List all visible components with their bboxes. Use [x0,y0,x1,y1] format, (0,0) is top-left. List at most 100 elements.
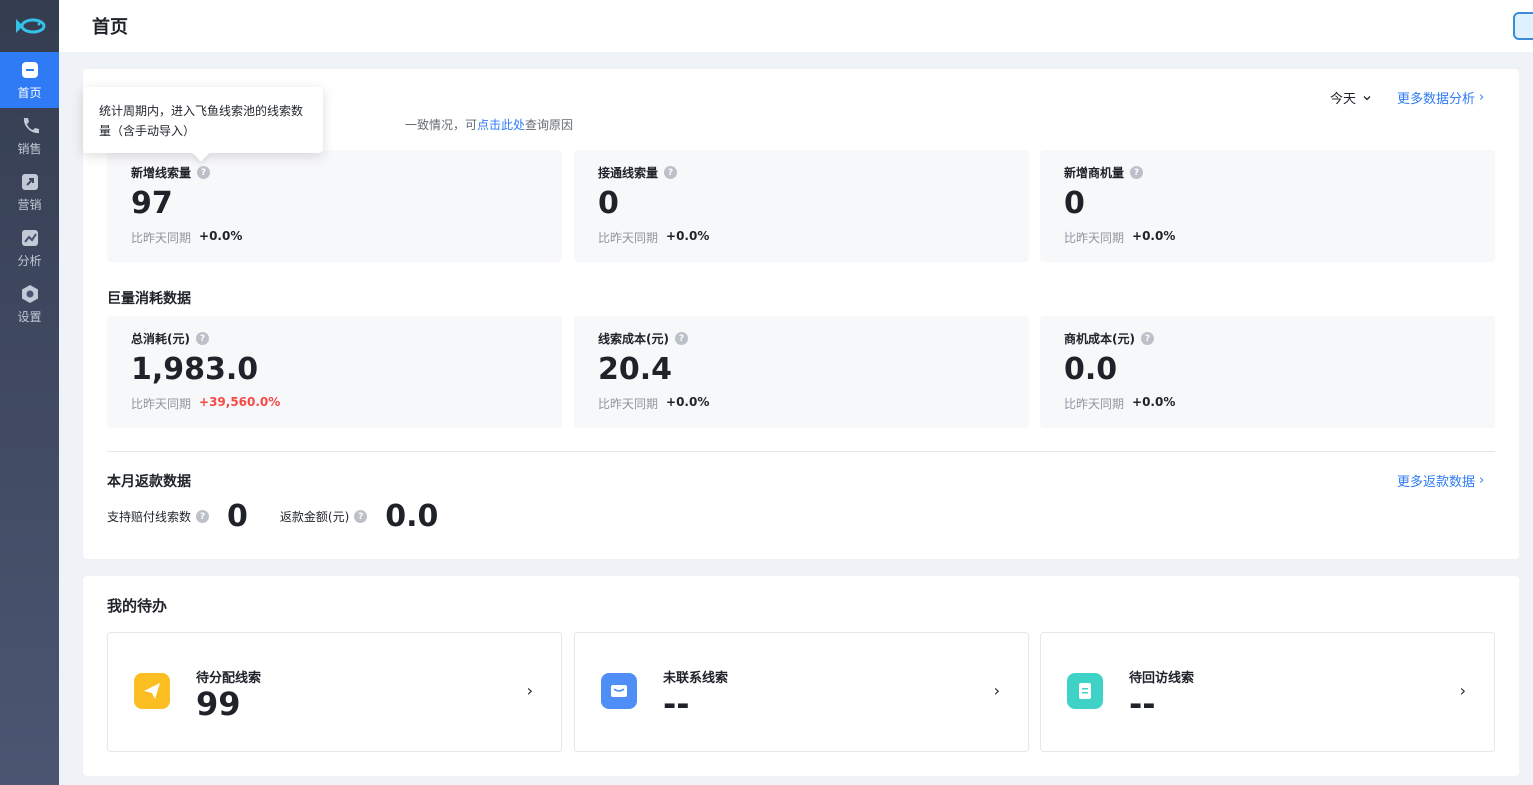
marketing-icon [21,174,38,190]
stat-label-text: 新增线索量 [131,166,192,180]
stat-compare: 比昨天同期 +0.0% [1064,395,1175,412]
data-notice: 一致情况，可点击此处查询原因 [405,116,573,133]
stat-total-spend: 总消耗(元)? 1,983.0 比昨天同期 +39,560.0% [107,316,562,428]
document-icon [1067,673,1103,709]
settings-icon [21,285,38,303]
stat-compare: 比昨天同期 +0.0% [1064,229,1175,246]
change-value: +0.0% [199,229,243,243]
todo-title: 我的待办 [107,597,168,615]
sidebar-item-label: 销售 [17,142,42,156]
date-range-select[interactable]: 今天 [1330,88,1372,107]
help-icon[interactable]: ? [1130,166,1144,179]
refund-row: 支持赔付线索数? 0 返款金额(元)? 0.0 [107,499,470,534]
chevron-right-icon: › [526,681,533,700]
page-title: 首页 [92,17,128,38]
stat-label-text: 接通线索量 [598,166,659,180]
sidebar-item-label: 首页 [17,86,42,100]
divider [107,451,1495,452]
compare-label: 比昨天同期 [598,231,659,245]
stat-connected-leads: 接通线索量? 0 比昨天同期 +0.0% [574,150,1029,262]
stat-new-opportunities: 新增商机量? 0 比昨天同期 +0.0% [1040,150,1495,262]
compare-label: 比昨天同期 [131,231,192,245]
chevron-right-icon: › [1479,473,1485,488]
stat-label: 接通线索量? [598,164,678,181]
stat-value: 0 [598,186,619,221]
refund-title: 本月返款数据 [107,474,191,490]
refund-label: 返款金额(元)? [280,508,368,525]
notice-link[interactable]: 点击此处 [477,118,525,132]
todo-label: 待回访线索 [1129,671,1195,686]
header: 首页 [59,0,1533,52]
stat-compare: 比昨天同期 +39,560.0% [131,395,280,412]
sidebar-item-label: 设置 [17,310,42,324]
stat-label: 新增线索量? [131,164,211,181]
stat-label-text: 线索成本(元) [598,332,669,346]
chevron-down-icon [1363,95,1371,100]
help-icon[interactable]: ? [354,510,368,523]
refund-label-text: 支持赔付线索数 [107,510,192,524]
stat-label-text: 新增商机量 [1064,166,1125,180]
stat-compare: 比昨天同期 +0.0% [598,395,709,412]
stat-label-text: 总消耗(元) [131,332,190,346]
todo-card: 我的待办 待分配线索 99 › 未联系线索 -- › 待回访线索 -- › [83,576,1519,776]
change-value: +0.0% [1132,395,1176,409]
change-value: +0.0% [666,229,710,243]
help-icon[interactable]: ? [197,166,211,179]
refund-value: 0.0 [385,499,439,534]
send-icon [134,673,170,709]
stat-label-text: 商机成本(元) [1064,332,1135,346]
sidebar-item-marketing[interactable]: 营销 [0,164,59,220]
todo-value: -- [1129,685,1156,723]
help-icon[interactable]: ? [196,510,210,523]
change-value: +0.0% [666,395,710,409]
notice-text: 一致情况，可 [405,118,478,132]
more-data-analysis-link[interactable]: 更多数据分析 › [1397,88,1484,107]
stat-value: 0 [1064,186,1085,221]
stat-compare: 比昨天同期 +0.0% [131,229,242,246]
todo-label: 未联系线索 [663,671,729,686]
stat-label: 商机成本(元)? [1064,330,1154,347]
help-icon[interactable]: ? [195,332,209,345]
sidebar: 首页 销售 营销 分析 设置 [0,0,59,785]
sidebar-item-home[interactable]: 首页 [0,52,59,108]
compare-label: 比昨天同期 [1064,397,1125,411]
stat-value: 20.4 [598,352,673,387]
help-icon[interactable]: ? [664,166,678,179]
sidebar-item-label: 营销 [17,198,42,212]
refund-label: 支持赔付线索数? [107,508,210,525]
tooltip-text: 统计周期内，进入飞鱼线索池的线索数量（含手动导入） [99,104,304,138]
change-value: +39,560.0% [199,395,281,409]
stat-value: 1,983.0 [131,352,259,387]
more-refund-data-link[interactable]: 更多返款数据 › [1397,471,1484,490]
todo-value: -- [663,685,690,723]
notice-tail: 查询原因 [525,118,574,132]
compare-label: 比昨天同期 [1064,231,1125,245]
tooltip: 统计周期内，进入飞鱼线索池的线索数量（含手动导入） [83,87,323,153]
stat-new-leads: 新增线索量? 97 比昨天同期 +0.0% [107,150,562,262]
help-icon[interactable]: ? [674,332,688,345]
sidebar-item-sales[interactable]: 销售 [0,108,59,164]
more-refund-label: 更多返款数据 [1397,475,1476,490]
stat-compare: 比昨天同期 +0.0% [598,229,709,246]
consumption-title: 巨量消耗数据 [107,291,191,307]
fish-logo-icon[interactable] [0,0,59,52]
stat-value: 0.0 [1064,352,1118,387]
stat-value: 97 [131,186,173,221]
chevron-right-icon: › [1459,681,1466,700]
refund-value: 0 [227,499,248,534]
chevron-right-icon: › [1479,90,1485,105]
todo-uncontacted-leads[interactable]: 未联系线索 -- › [574,632,1029,752]
stat-opportunity-cost: 商机成本(元)? 0.0 比昨天同期 +0.0% [1040,316,1495,428]
date-range-value: 今天 [1330,92,1357,107]
help-icon[interactable]: ? [1140,332,1154,345]
stat-label: 新增商机量? [1064,164,1144,181]
sidebar-item-settings[interactable]: 设置 [0,276,59,332]
todo-label: 待分配线索 [196,671,262,686]
sidebar-item-analysis[interactable]: 分析 [0,220,59,276]
todo-unassigned-leads[interactable]: 待分配线索 99 › [107,632,562,752]
more-data-analysis-label: 更多数据分析 [1397,92,1476,107]
sidebar-item-label: 分析 [17,254,42,268]
todo-followup-leads[interactable]: 待回访线索 -- › [1040,632,1495,752]
shield-badge-icon[interactable] [1513,12,1533,40]
stat-lead-cost: 线索成本(元)? 20.4 比昨天同期 +0.0% [574,316,1029,428]
